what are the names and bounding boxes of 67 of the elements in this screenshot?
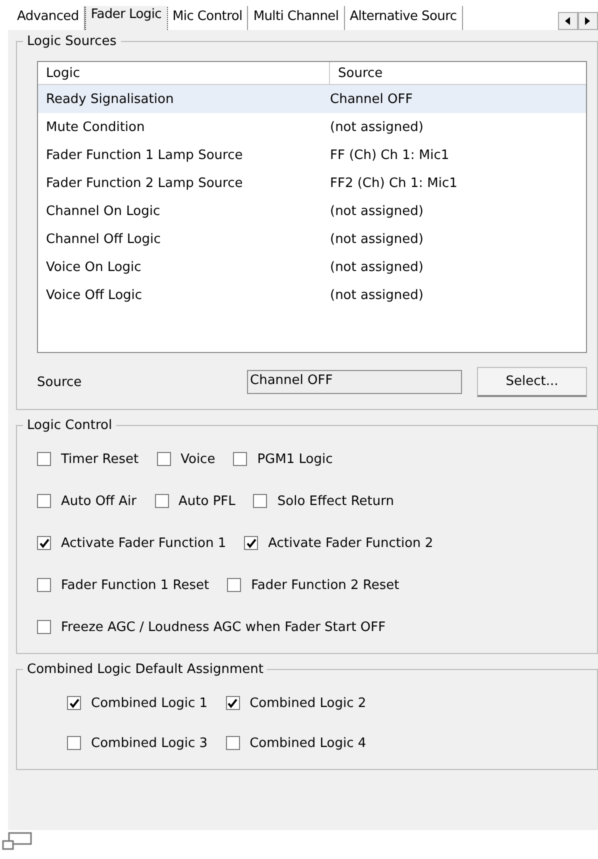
list-row[interactable]: Channel Off Logic (not assigned) — [38, 225, 586, 253]
logic-source: (not assigned) — [330, 288, 424, 302]
checkbox[interactable] — [67, 696, 81, 710]
logic-name: Voice Off Logic — [46, 288, 144, 302]
list-row[interactable]: Channel On Logic (not assigned) — [38, 197, 586, 225]
checkbox-label: Combined Logic 2 — [250, 696, 366, 710]
column-header[interactable]: Source — [330, 62, 586, 84]
checkbox-label: Auto Off Air — [61, 494, 136, 508]
checkbox-label: Timer Reset — [61, 452, 139, 466]
checkbox-label: Activate Fader Function 1 — [61, 536, 226, 550]
checkbox[interactable] — [37, 452, 51, 466]
logic-name: Fader Function 1 Lamp Source — [46, 148, 244, 162]
list-row[interactable]: Fader Function 2 Lamp Source FF2 (Ch) Ch 1: Mic1 — [38, 169, 586, 197]
logic-name: Channel On Logic — [46, 204, 162, 218]
checkbox-label: PGM1 Logic — [257, 452, 333, 466]
group-title: Logic Sources — [26, 34, 118, 49]
checkbox[interactable] — [37, 494, 51, 508]
logic-name: Voice On Logic — [46, 260, 142, 274]
checkbox[interactable] — [37, 620, 51, 634]
logic-source: FF (Ch) Ch 1: Mic1 — [330, 148, 450, 162]
checkbox-label: Fader Function 2 Reset — [251, 578, 400, 592]
checkbox-label: Freeze AGC / Loudness AGC when Fader Start OFF — [61, 620, 386, 634]
source-label: Source — [37, 374, 83, 390]
checkbox[interactable] — [154, 494, 168, 508]
list-row[interactable]: Ready Signalisation Channel OFF — [38, 85, 586, 113]
checkbox[interactable] — [233, 452, 248, 466]
checkbox-label: Auto PFL — [178, 494, 236, 508]
logic-name: Mute Condition — [46, 120, 146, 134]
checkbox[interactable] — [244, 536, 258, 550]
logic-name: Fader Function 2 Lamp Source — [46, 176, 244, 190]
list-row[interactable]: Fader Function 1 Lamp Source FF (Ch) Ch 1: Mic1 — [38, 141, 586, 169]
scroll-right-button[interactable] — [578, 12, 598, 30]
checkbox-label: Activate Fader Function 2 — [268, 536, 434, 550]
checkbox-label: Combined Logic 1 — [91, 696, 208, 710]
column-header[interactable]: Logic — [38, 62, 330, 84]
left-arrow-icon — [565, 17, 571, 25]
logic-source: Channel OFF — [330, 92, 414, 106]
logic-name: Ready Signalisation — [46, 92, 175, 106]
checkbox-label: Combined Logic 3 — [91, 736, 208, 750]
logic-source: FF2 (Ch) Ch 1: Mic1 — [330, 176, 458, 190]
tab[interactable]: Fader Logic — [84, 6, 168, 30]
checkbox-label: Solo Effect Return — [277, 494, 394, 508]
checkbox[interactable] — [37, 536, 51, 550]
logic-source: (not assigned) — [330, 120, 424, 134]
group-title: Logic Control — [26, 418, 114, 433]
checkbox[interactable] — [226, 696, 240, 710]
right-arrow-icon — [585, 17, 591, 25]
checkbox[interactable] — [156, 452, 171, 466]
checkbox-label: Voice — [180, 452, 216, 466]
select-button[interactable]: Select... — [477, 367, 587, 397]
checkbox-label: Combined Logic 4 — [250, 736, 366, 750]
checkbox-label: Fader Function 1 Reset — [61, 578, 210, 592]
list-row[interactable]: Mute Condition (not assigned) — [38, 113, 586, 141]
group-title: Combined Logic Default Assignment — [26, 662, 264, 677]
source-field: Channel OFF — [247, 370, 462, 394]
logic-source: (not assigned) — [330, 204, 424, 218]
logic-source: (not assigned) — [330, 260, 424, 274]
list-row[interactable]: Voice Off Logic (not assigned) — [38, 281, 586, 309]
logic-source: (not assigned) — [330, 232, 424, 246]
checkbox[interactable] — [226, 736, 240, 750]
logic-name: Channel Off Logic — [46, 232, 162, 246]
checkbox[interactable] — [37, 578, 51, 592]
scroll-left-button[interactable] — [558, 12, 578, 30]
checkbox[interactable] — [253, 494, 268, 508]
list-row[interactable]: Voice On Logic (not assigned) — [38, 253, 586, 281]
checkbox[interactable] — [227, 578, 242, 592]
checkbox[interactable] — [67, 736, 81, 750]
